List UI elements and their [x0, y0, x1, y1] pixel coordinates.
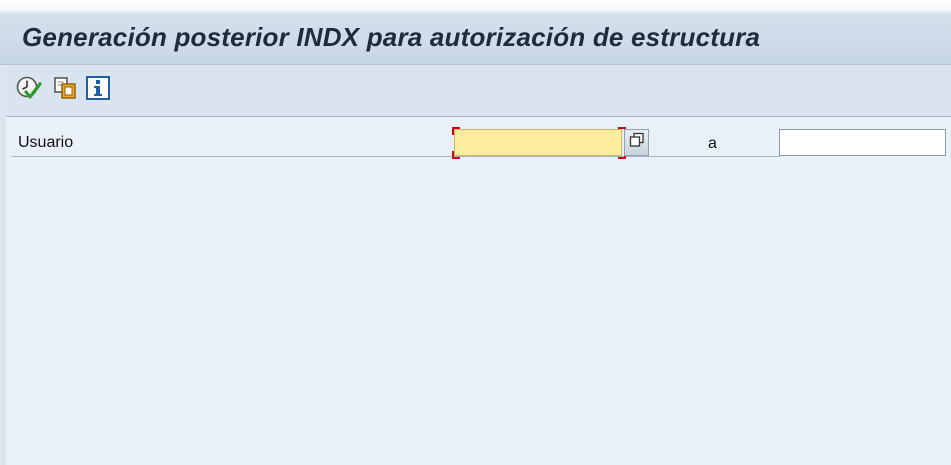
- info-button[interactable]: [84, 75, 112, 106]
- required-marker: [452, 127, 460, 135]
- execute-button[interactable]: [15, 76, 43, 104]
- multiple-selection-button[interactable]: [624, 129, 649, 156]
- get-variant-button[interactable]: [51, 76, 79, 104]
- copy-variant-icon: [52, 75, 78, 106]
- to-label: a: [708, 135, 717, 152]
- application-toolbar: [6, 65, 951, 117]
- execute-clock-check-icon: [16, 75, 42, 106]
- multiple-selection-icon: [629, 132, 645, 153]
- required-marker: [452, 151, 460, 159]
- user-to-input[interactable]: [779, 129, 946, 156]
- page-title: Generación posterior INDX para autorizac…: [22, 22, 761, 52]
- user-from-input[interactable]: [454, 129, 622, 156]
- info-icon: [85, 75, 111, 106]
- user-label: Usuario: [18, 134, 74, 151]
- title-bar: Generación posterior INDX para autorizac…: [0, 0, 951, 65]
